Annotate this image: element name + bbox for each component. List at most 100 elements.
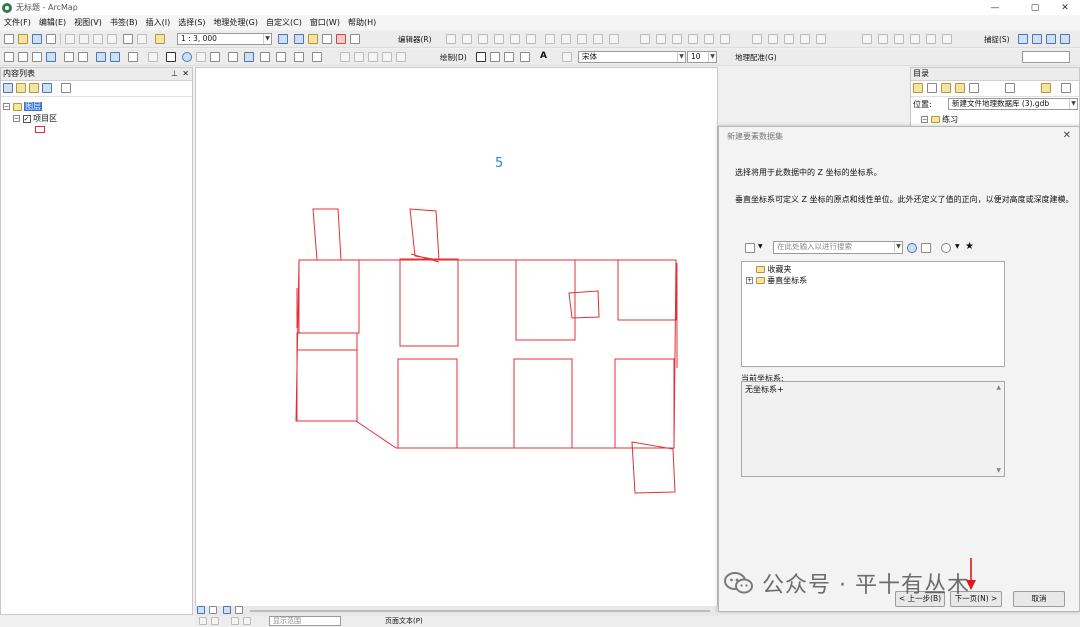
data-view-icon[interactable] — [197, 606, 205, 614]
catalog-tree-item[interactable]: − 练习 — [921, 114, 958, 125]
search-input[interactable]: 在此处输入以进行搜索 ▼ — [773, 241, 903, 254]
menu-view[interactable]: 视图(V) — [70, 17, 106, 28]
georef-table-icon[interactable] — [942, 34, 952, 44]
scroll-down-icon[interactable]: ▼ — [996, 467, 1001, 474]
status-tool-icon[interactable] — [211, 617, 219, 625]
toc-options-icon[interactable] — [61, 83, 71, 93]
toc-window-icon[interactable] — [294, 34, 304, 44]
point-snapping-icon[interactable] — [1018, 34, 1028, 44]
rotate-element-icon[interactable] — [490, 52, 500, 62]
html-popup-icon[interactable] — [210, 52, 220, 62]
refresh-icon[interactable] — [223, 606, 231, 614]
text-tool-icon[interactable]: A — [540, 51, 547, 61]
edit-annotation-icon[interactable] — [462, 34, 472, 44]
measure-icon[interactable] — [228, 52, 238, 62]
list-by-source-icon[interactable] — [16, 83, 26, 93]
menu-bookmarks[interactable]: 书签(B) — [106, 17, 142, 28]
georef-links-icon[interactable] — [926, 34, 936, 44]
find-route-icon[interactable] — [260, 52, 270, 62]
save-icon[interactable] — [32, 34, 42, 44]
collapse-icon[interactable]: − — [921, 116, 928, 123]
menu-customize[interactable]: 自定义(C) — [262, 17, 306, 28]
status-tool-icon[interactable] — [231, 617, 239, 625]
sketch-properties-icon[interactable] — [768, 34, 778, 44]
vertex-snapping-icon[interactable] — [1046, 34, 1056, 44]
horizontal-scrollbar[interactable] — [250, 610, 710, 612]
forward-extent-icon[interactable] — [110, 52, 120, 62]
tree-item-favorites[interactable]: 收藏夹 — [756, 264, 792, 275]
split-icon[interactable] — [593, 34, 603, 44]
rotate-icon[interactable] — [609, 34, 619, 44]
minimize-button[interactable]: — — [980, 0, 1010, 15]
attributes-icon[interactable] — [752, 34, 762, 44]
select-features-icon[interactable] — [128, 52, 138, 62]
menu-selection[interactable]: 选择(S) — [174, 17, 209, 28]
layers-group-row[interactable]: − 图层 — [3, 101, 43, 112]
zoom-in-icon[interactable] — [4, 52, 14, 62]
tree-item-vertical-cs[interactable]: + 垂直坐标系 — [746, 275, 807, 286]
layout-pan-icon[interactable] — [354, 52, 364, 62]
new-folder-icon[interactable] — [1041, 83, 1051, 93]
copy-icon[interactable] — [79, 34, 89, 44]
topology-edit-icon[interactable] — [672, 34, 682, 44]
page-text-menu[interactable]: 页面文本(P) — [385, 616, 423, 626]
menu-insert[interactable]: 插入(I) — [142, 17, 175, 28]
list-by-visibility-icon[interactable] — [29, 83, 39, 93]
cut-icon[interactable] — [65, 34, 75, 44]
menu-edit[interactable]: 编辑(E) — [35, 17, 70, 28]
zoom-out-icon[interactable] — [18, 52, 28, 62]
search-icon[interactable] — [907, 243, 917, 253]
map-topology-icon[interactable] — [656, 34, 666, 44]
cut-polygon-icon[interactable] — [577, 34, 587, 44]
redo-icon[interactable] — [137, 34, 147, 44]
print-icon[interactable] — [46, 34, 56, 44]
expand-icon[interactable]: + — [746, 277, 753, 284]
back-extent-icon[interactable] — [96, 52, 106, 62]
select-pointer-icon[interactable] — [476, 52, 486, 62]
display-extent-combo[interactable]: 显示范围 — [269, 616, 341, 626]
pan-icon[interactable] — [32, 52, 42, 62]
undo-icon[interactable] — [123, 34, 133, 44]
parent-folder-icon[interactable] — [955, 83, 965, 93]
location-combo[interactable]: 新建文件地理数据库 (3).gdb ▼ — [948, 98, 1078, 110]
clear-search-icon[interactable] — [921, 243, 931, 253]
time-slider-icon[interactable] — [294, 52, 304, 62]
topology-icon[interactable] — [640, 34, 650, 44]
zoom-to-elements-icon[interactable] — [504, 52, 514, 62]
chevron-down-icon[interactable]: ▼ — [955, 243, 960, 250]
scroll-up-icon[interactable]: ▲ — [996, 384, 1001, 391]
fix-topology-icon[interactable] — [704, 34, 714, 44]
forward-arrow-icon[interactable] — [927, 83, 937, 93]
draw-menu[interactable]: 绘制(D) — [440, 52, 467, 63]
clear-selection-icon[interactable] — [148, 52, 158, 62]
paste-icon[interactable] — [93, 34, 103, 44]
editor-toolbar-icon[interactable] — [278, 34, 288, 44]
snapping-menu[interactable]: 捕捉(S) — [984, 34, 1010, 45]
list-by-drawing-order-icon[interactable] — [3, 83, 13, 93]
add-data-icon[interactable] — [155, 34, 165, 44]
collapse-icon[interactable]: − — [3, 103, 10, 110]
editor-menu[interactable]: 编辑器(R) — [398, 34, 432, 45]
connect-folder-icon[interactable] — [969, 83, 979, 93]
home-icon[interactable] — [941, 83, 951, 93]
close-icon[interactable]: ✕ — [182, 68, 189, 80]
maximize-button[interactable]: ▢ — [1020, 0, 1050, 15]
reshape-icon[interactable] — [561, 34, 571, 44]
catalog-window-icon[interactable] — [308, 34, 318, 44]
pin-icon[interactable]: ⊥ — [171, 68, 178, 80]
hyperlink-icon[interactable] — [196, 52, 206, 62]
end-snapping-icon[interactable] — [1032, 34, 1042, 44]
georef-fit-icon[interactable] — [878, 34, 888, 44]
edit-vertices-draw-icon[interactable] — [562, 52, 572, 62]
add-favorite-icon[interactable]: ★ — [965, 241, 974, 252]
layout-fixed-icon[interactable] — [368, 52, 378, 62]
font-combo[interactable]: 宋体 ▼ — [578, 51, 686, 63]
identify-icon[interactable] — [182, 52, 192, 62]
fixed-zoom-out-icon[interactable] — [78, 52, 88, 62]
close-window-button[interactable]: ✕ — [1050, 0, 1080, 15]
georef-layer-combo[interactable] — [1022, 51, 1070, 63]
layout-view-icon[interactable] — [209, 606, 217, 614]
coordinate-system-tree[interactable]: 收藏夹 + 垂直坐标系 — [741, 261, 1005, 367]
chevron-down-icon[interactable]: ▼ — [758, 243, 763, 250]
font-size-combo[interactable]: 10 ▼ — [687, 51, 717, 63]
